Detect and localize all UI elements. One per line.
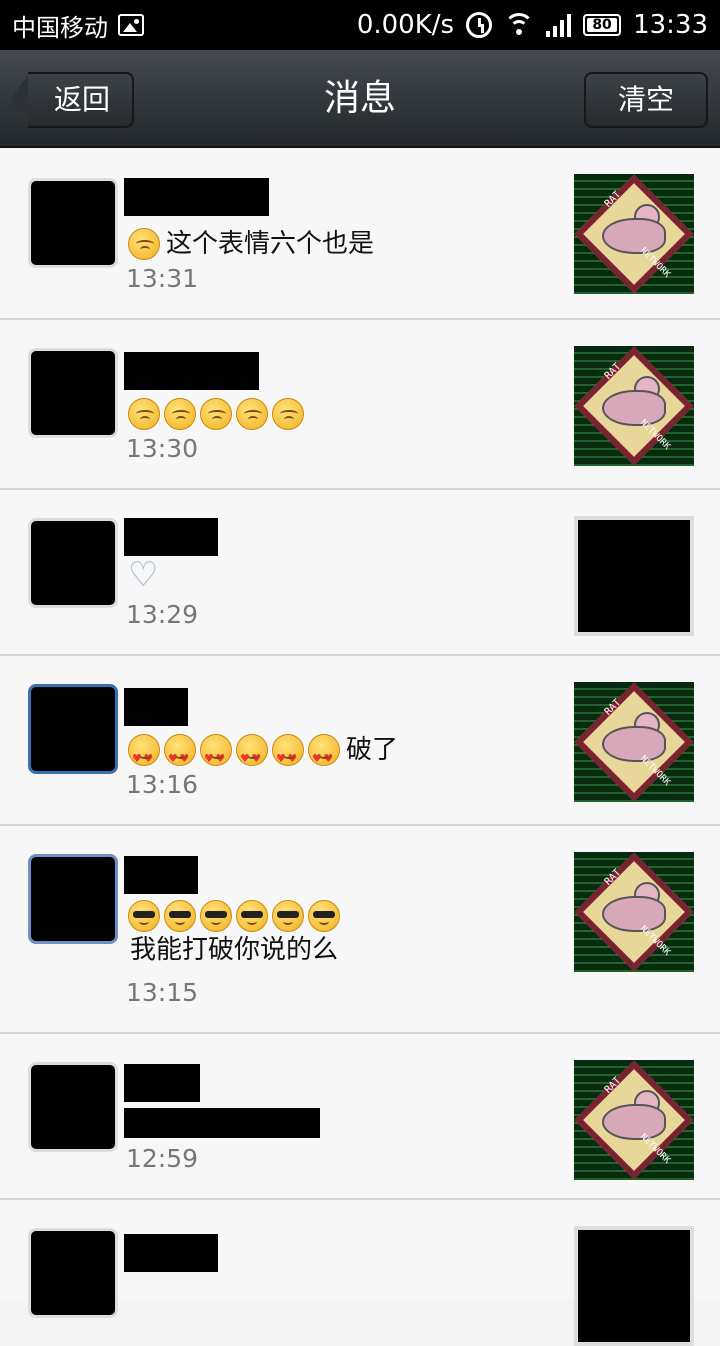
worried-face-icon: [128, 228, 160, 260]
worried-face-icon: [128, 398, 160, 430]
message-content: 破了: [128, 732, 548, 777]
message-list: 这个表情六个也是 13:31 RAT NETWORK 13:30 RAT NET…: [0, 150, 720, 1346]
message-text: 我能打破你说的么: [130, 935, 339, 965]
wifi-icon: [504, 13, 535, 37]
avatar[interactable]: [28, 1228, 118, 1318]
battery-icon: 80: [583, 14, 622, 36]
redacted-name: [124, 688, 188, 726]
heart-icon: ♡: [128, 555, 159, 595]
back-button-label: 返回: [28, 72, 134, 128]
network-speed: 0.00K/s: [356, 10, 455, 40]
post-thumbnail[interactable]: [574, 516, 694, 636]
worried-face-icon: [272, 398, 304, 430]
alarm-icon: [466, 12, 493, 38]
heart-eyes-face-icon: [164, 734, 196, 777]
post-thumbnail[interactable]: RAT NETWORK: [574, 1060, 694, 1180]
timestamp: 13:29: [126, 600, 199, 629]
header-bar: 消息 返回 清空: [0, 50, 720, 148]
redacted-name: [124, 178, 269, 216]
clock: 13:33: [633, 10, 708, 40]
battery-level: 80: [592, 17, 612, 33]
post-thumbnail[interactable]: RAT NETWORK: [574, 346, 694, 466]
list-item[interactable]: 13:30 RAT NETWORK: [0, 320, 720, 490]
avatar[interactable]: [28, 518, 118, 608]
list-item[interactable]: 12:59 RAT NETWORK: [0, 1034, 720, 1200]
sunglasses-face-icon: [272, 900, 304, 932]
redacted-name: [124, 518, 218, 556]
post-thumbnail[interactable]: RAT NETWORK: [574, 682, 694, 802]
back-button[interactable]: 返回: [10, 72, 134, 128]
worried-face-icon: [164, 398, 196, 430]
redacted-name: [124, 352, 259, 390]
heart-eyes-face-icon: [200, 734, 232, 777]
signal-icon: [546, 13, 572, 37]
worried-face-icon: [236, 398, 268, 430]
gallery-icon: [118, 14, 144, 36]
timestamp: 13:30: [126, 434, 199, 463]
list-item[interactable]: 这个表情六个也是 13:31 RAT NETWORK: [0, 150, 720, 320]
heart-eyes-face-icon: [272, 734, 304, 777]
post-thumbnail[interactable]: RAT NETWORK: [574, 174, 694, 294]
avatar[interactable]: [28, 684, 118, 774]
message-text: 这个表情六个也是: [166, 229, 375, 259]
heart-eyes-face-icon: [236, 734, 268, 777]
avatar[interactable]: [28, 1062, 118, 1152]
timestamp: 13:16: [126, 770, 199, 799]
heart-eyes-face-icon: [128, 734, 160, 777]
sunglasses-face-icon: [236, 900, 268, 932]
list-item[interactable]: 我能打破你说的么 13:15 RAT NETWORK: [0, 826, 720, 1034]
timestamp: 13:31: [126, 264, 199, 293]
sunglasses-face-icon: [200, 900, 232, 932]
avatar[interactable]: [28, 178, 118, 268]
list-item[interactable]: ♡ 13:29: [0, 490, 720, 656]
avatar[interactable]: [28, 854, 118, 944]
message-text: 破了: [346, 735, 399, 765]
worried-face-icon: [200, 398, 232, 430]
list-item[interactable]: [0, 1200, 720, 1346]
message-content: 我能打破你说的么: [128, 900, 548, 968]
sunglasses-face-icon: [164, 900, 196, 932]
clear-button[interactable]: 清空: [584, 72, 708, 128]
avatar[interactable]: [28, 348, 118, 438]
back-arrow-icon: [10, 72, 30, 128]
sunglasses-face-icon: [128, 900, 160, 932]
post-thumbnail[interactable]: [574, 1226, 694, 1346]
message-content: [128, 398, 548, 430]
heart-eyes-face-icon: [308, 734, 340, 777]
redacted-name: [124, 1064, 200, 1102]
message-content: ♡: [128, 558, 548, 592]
redacted-message: [124, 1108, 320, 1138]
carrier-label: 中国移动: [12, 13, 108, 42]
message-content: 这个表情六个也是: [128, 226, 548, 262]
redacted-name: [124, 1234, 218, 1272]
status-bar: 中国移动 0.00K/s 80 13:33: [0, 0, 720, 50]
post-thumbnail[interactable]: RAT NETWORK: [574, 852, 694, 972]
timestamp: 12:59: [126, 1144, 199, 1173]
redacted-name: [124, 856, 198, 894]
sunglasses-face-icon: [308, 900, 340, 932]
list-item[interactable]: 破了 13:16 RAT NETWORK: [0, 656, 720, 826]
timestamp: 13:15: [126, 978, 199, 1007]
